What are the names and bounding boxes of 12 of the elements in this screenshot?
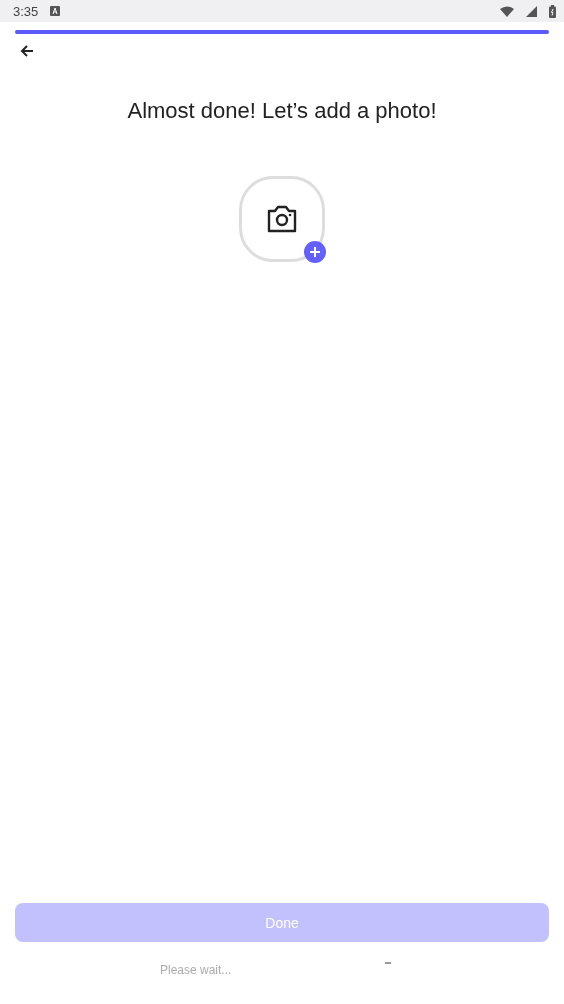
plus-icon: [304, 241, 326, 263]
battery-icon: [549, 4, 556, 18]
add-photo-button[interactable]: [239, 176, 325, 262]
back-arrow-icon: [20, 44, 34, 58]
keyboard-icon: [50, 6, 61, 16]
loading-text: Please wait...: [160, 963, 232, 977]
signal-icon: [526, 5, 537, 17]
dash-icon: [385, 962, 392, 964]
wifi-icon: [500, 5, 514, 17]
status-time: 3:35: [13, 3, 39, 19]
camera-icon: [266, 205, 298, 233]
page-title: Almost done! Let’s add a photo!: [126, 98, 438, 124]
